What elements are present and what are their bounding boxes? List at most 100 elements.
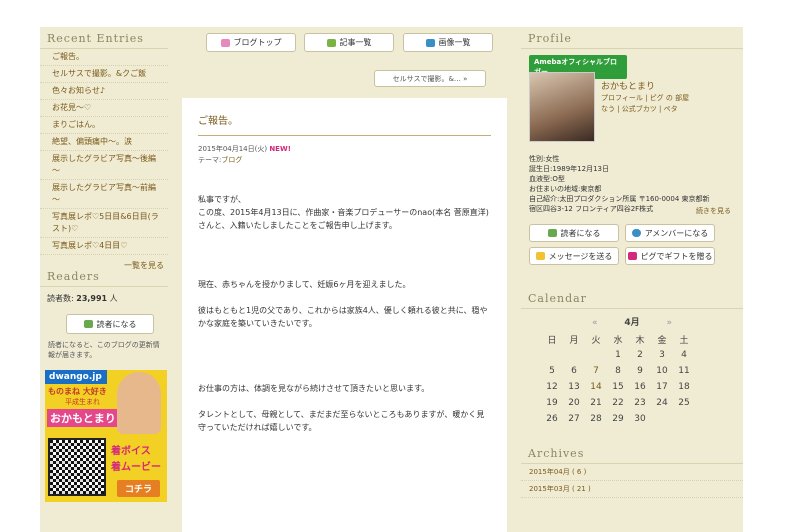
calendar-day: 18 <box>678 382 690 392</box>
calendar-day: 3 <box>659 350 665 360</box>
post-paragraph: この度、2015年4月13日に、作曲家・音楽プロデューサーのnao(本名 菅原直… <box>198 208 489 230</box>
calendar-day: 30 <box>634 414 646 424</box>
archive-link[interactable]: 2015年04月 ( 6 ) <box>521 464 743 481</box>
home-icon <box>220 38 230 47</box>
calendar-day: 8 <box>615 366 621 376</box>
calendar-day: 6 <box>571 366 577 376</box>
reader-count-value: 23,991 <box>76 294 108 303</box>
dwango-banner[interactable]: dwango.jp ものまね 大好き 平成生まれ おかもとまり 着ボイス 着ムー… <box>45 370 167 502</box>
become-reader-button[interactable]: 読者になる <box>66 314 154 334</box>
banner-name: おかもとまり <box>47 409 119 427</box>
post-paragraph: タレントとして、母親として、まだまだ至らないところもありますが、暖かく見守ってい… <box>198 410 485 432</box>
recent-entries-title: Recent Entries <box>40 27 168 49</box>
reader-note: 読者になると、このブログの更新情報が届きます。 <box>48 341 160 359</box>
qr-code-image <box>48 438 106 496</box>
calendar-day: 20 <box>568 398 580 408</box>
gift-icon <box>627 252 637 260</box>
calendar-day: 13 <box>568 382 580 392</box>
main-column: ブログトップ 記事一覧 画像一覧 セルサスで撮影。&… » ご報告。 2015年… <box>182 27 507 532</box>
blog-page: Recent Entries ご報告。 セルサスで撮影。&クご飯 色々お知らせ♪… <box>40 27 743 532</box>
entry-link[interactable]: 展示したグラビア写真～後編～ <box>40 151 168 180</box>
reader-count: 読者数: 23,991 人 <box>47 294 118 303</box>
calendar-day: 26 <box>546 414 558 424</box>
post-date: 2015年04月14日(火) <box>198 145 268 153</box>
profile-more-link[interactable]: 続きを見る <box>696 206 731 216</box>
calendar-next-button[interactable]: » <box>667 318 673 328</box>
calendar-day: 25 <box>678 398 690 408</box>
profile-links[interactable]: プロフィール | ピグ の 部屋 <box>601 93 689 103</box>
calendar-section: Calendar « 4月 » 日月火水木金土 1234 5 6 7 8 9 10 11 1… <box>521 287 743 427</box>
calendar-day: 16 <box>634 382 646 392</box>
calendar-grid: 日月火水木金土 1234 5 6 7 8 9 10 11 12 13 14 15 16 17 18 19… <box>541 331 695 427</box>
calendar-day: 12 <box>546 382 558 392</box>
calendar-day[interactable]: 14 <box>585 379 607 395</box>
entry-link[interactable]: まりごはん。 <box>40 117 168 134</box>
images-list-button[interactable]: 画像一覧 <box>403 33 493 52</box>
profile-details: 性別:女性 誕生日:1989年12月13日 血液型:O型 お住まいの地域:東京都… <box>529 155 710 213</box>
envelope-icon <box>535 252 545 260</box>
readers-title: Readers <box>40 265 168 287</box>
calendar-day: 10 <box>656 366 668 376</box>
next-entry-button[interactable]: セルサスで撮影。&… » <box>374 70 486 87</box>
calendar-prev-button[interactable]: « <box>592 318 598 328</box>
archive-link[interactable]: 2015年03月 ( 21 ) <box>521 481 743 498</box>
entry-link[interactable]: ご報告。 <box>40 49 168 66</box>
calendar-day: 9 <box>637 366 643 376</box>
entry-link[interactable]: 絶望、偏頭痛中～。涙 <box>40 134 168 151</box>
calendar-day: 2 <box>637 350 643 360</box>
calendar-day: 15 <box>612 382 624 392</box>
send-message-button[interactable]: メッセージを送る <box>529 247 619 265</box>
new-badge: NEW! <box>269 145 291 153</box>
amember-button[interactable]: アメンバーになる <box>625 224 715 242</box>
calendar-header: « 4月 » <box>521 315 743 328</box>
post-paragraph: お仕事の方は、体調を見ながら続けさせて頂きたいと思います。 <box>198 384 430 393</box>
post-title: ご報告。 <box>198 112 491 136</box>
reader-book-icon <box>547 229 557 237</box>
calendar-day[interactable]: 7 <box>585 363 607 379</box>
blog-post: ご報告。 2015年04月14日(火) NEW! テーマ:ブログ 私事ですが、 … <box>182 98 507 532</box>
calendar-title: Calendar <box>521 287 743 309</box>
archives-list: 2015年04月 ( 6 ) 2015年03月 ( 21 ) <box>521 464 743 498</box>
calendar-day: 1 <box>615 350 621 360</box>
entry-link[interactable]: 写真展レポ♡5日目&6日目(ラスト)♡ <box>40 209 168 238</box>
entry-link[interactable]: お花見～♡ <box>40 100 168 117</box>
entries-list-button[interactable]: 記事一覧 <box>304 33 394 52</box>
post-paragraph: 現在、赤ちゃんを授かりまして、妊娠6ヶ月を迎えました。 <box>198 280 411 289</box>
reader-book-icon <box>83 320 93 328</box>
entry-link[interactable]: 展示したグラビア写真～前編～ <box>40 180 168 209</box>
calendar-day: 22 <box>612 398 624 408</box>
document-icon <box>326 38 336 47</box>
pigg-gift-button[interactable]: ピグでギフトを贈る <box>625 247 715 265</box>
banner-cta-button[interactable]: コチラ <box>117 480 161 497</box>
profile-links[interactable]: なう | 公式ブカツ | ペタ <box>601 104 678 114</box>
calendar-day: 21 <box>590 398 602 408</box>
profile-title: Profile <box>521 27 743 49</box>
entry-link[interactable]: セルサスで撮影。&クご飯 <box>40 66 168 83</box>
post-theme: テーマ:ブログ <box>198 156 243 164</box>
profile-photo[interactable] <box>529 72 595 142</box>
entry-link[interactable]: 色々お知らせ♪ <box>40 83 168 100</box>
calendar-day: 23 <box>634 398 646 408</box>
calendar-day: 11 <box>678 366 690 376</box>
blog-top-button[interactable]: ブログトップ <box>206 33 296 52</box>
theme-link[interactable]: ブログ <box>221 156 242 164</box>
entry-link[interactable]: 写真展レポ♡4日目♡ <box>40 238 168 255</box>
archives-section: Archives 2015年04月 ( 6 ) 2015年03月 ( 21 ) <box>521 442 743 498</box>
readers-section: Readers 読者数: 23,991 人 読者になる 読者になると、このブログ… <box>40 265 168 366</box>
calendar-day: 17 <box>656 382 668 392</box>
post-meta: 2015年04月14日(火) NEW! <box>198 144 491 154</box>
post-paragraph: 彼はもともと1児の父であり、これからは家族4人、優しく頼れる彼と共に、穏やかな家… <box>198 306 488 328</box>
calendar-month: 4月 <box>624 318 640 328</box>
archives-title: Archives <box>521 442 743 464</box>
become-reader-button[interactable]: 読者になる <box>529 224 619 242</box>
calendar-day: 27 <box>568 414 580 424</box>
post-paragraph: 私事ですが、 <box>198 195 246 204</box>
profile-name[interactable]: おかもとまり <box>601 79 655 92</box>
camera-icon <box>425 38 435 47</box>
calendar-day: 19 <box>546 398 558 408</box>
right-sidebar: Profile Amebaオフィシャルブロガー おかもとまり プロフィール | … <box>521 27 743 532</box>
left-sidebar: Recent Entries ご報告。 セルサスで撮影。&クご飯 色々お知らせ♪… <box>40 27 168 532</box>
calendar-day: 4 <box>681 350 687 360</box>
calendar-day: 24 <box>656 398 668 408</box>
recent-entries-list: ご報告。 セルサスで撮影。&クご飯 色々お知らせ♪ お花見～♡ まりごはん。 絶… <box>40 49 168 255</box>
